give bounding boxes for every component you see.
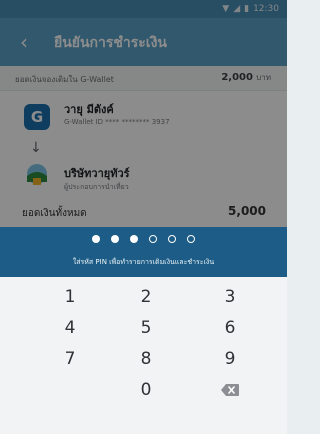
key-7[interactable]: 7	[30, 345, 110, 373]
pin-keypad: 1 2 3 4 5 6 7 8 9 0	[0, 277, 287, 434]
key-6[interactable]: 6	[190, 314, 270, 342]
pin-dot-empty	[168, 235, 176, 243]
backspace-icon	[221, 384, 239, 396]
pin-hint: ใส่รหัส PIN เพื่อทำรายการเติมเงินและชำระ…	[72, 258, 215, 266]
key-0[interactable]: 0	[106, 376, 186, 404]
key-5[interactable]: 5	[106, 314, 186, 342]
backspace-button[interactable]	[190, 376, 270, 404]
pin-dot-empty	[187, 235, 195, 243]
pin-dot-filled	[130, 235, 138, 243]
key-1[interactable]: 1	[30, 283, 110, 311]
payment-confirm-screen: ▼ ◢ ▮ 12:30 ‹ ยืนยันการชำระเงิน ยอดเงินจ…	[0, 0, 287, 434]
key-4[interactable]: 4	[30, 314, 110, 342]
dim-overlay	[0, 0, 287, 227]
key-9[interactable]: 9	[190, 345, 270, 373]
pin-panel: ใส่รหัส PIN เพื่อทำรายการเติมเงินและชำระ…	[0, 227, 287, 277]
pin-dot-filled	[92, 235, 100, 243]
key-2[interactable]: 2	[106, 283, 186, 311]
key-3[interactable]: 3	[190, 283, 270, 311]
key-8[interactable]: 8	[106, 345, 186, 373]
pin-dots	[0, 235, 287, 243]
pin-dot-empty	[149, 235, 157, 243]
pin-dot-filled	[111, 235, 119, 243]
